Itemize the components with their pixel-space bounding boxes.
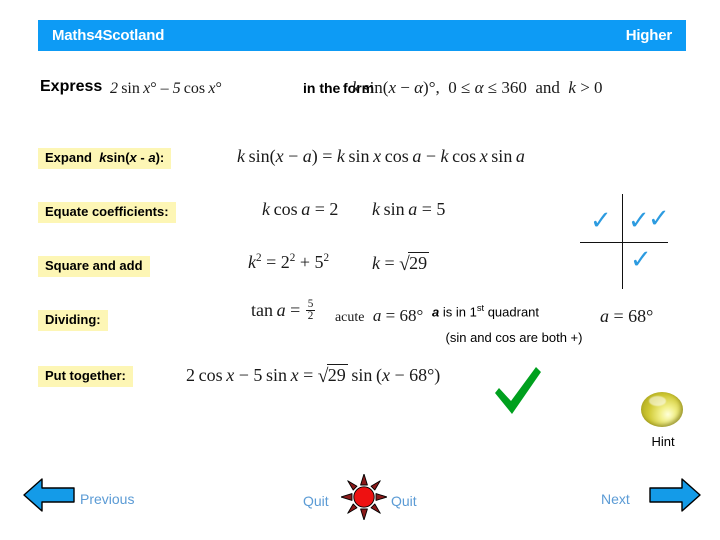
annotation-line1-tail: quadrant [484,304,540,320]
blue-check-icon-q1-a: ✓ [628,206,650,236]
title-banner: Maths4Scotland Higher [38,20,686,51]
question-expression: 2 sin x° – 5 cos x° [110,80,222,97]
step-label-expand: Expand ksin(x - a): [38,148,172,170]
quadrant-horizontal-axis [580,242,668,243]
level-title: Higher [625,27,673,44]
math-k-value: k = √ 29 [372,252,430,276]
quit-starburst-icon[interactable] [341,474,387,520]
step-label-put-together: Put together: [38,366,133,388]
next-arrow-icon[interactable] [648,477,702,513]
step-label-square: Square and add [38,256,150,278]
math-alpha-result: a = 68° [600,306,654,326]
blue-check-icon-q4: ✓ [630,245,652,275]
next-button[interactable]: Next [601,491,630,507]
in-the-label: in the [303,80,341,96]
previous-button[interactable]: Previous [80,491,134,507]
math-equate-cos: k cos a = 2 [262,199,339,219]
annotation-quadrant-line2: (sin and cos are both +) [445,330,583,345]
math-square-add: k2 = 22 + 52 [248,252,330,272]
blue-check-icon-q2: ✓ [590,206,612,236]
quadrant-diagram: ✓ ✓ ✓ ✓ [573,194,673,289]
green-check-icon [495,367,541,414]
annotation-line1-sup: st [476,303,485,313]
math-acute-a: acute a = 68° [335,306,424,325]
hint-orb-icon[interactable] [641,392,683,427]
quit-button-right[interactable]: Quit [391,493,417,509]
hint-label[interactable]: Hint [639,434,687,449]
express-label: Express [40,78,103,95]
question-form-expression: k sin(x − α)°, 0 ≤ α ≤ 360 and k > 0 [352,78,603,97]
previous-arrow-icon[interactable] [22,477,76,513]
brand-title: Maths4Scotland [52,27,165,44]
math-expand: k sin(x − a) = k sin x cos a − k cos x s… [237,146,525,166]
blue-check-icon-q1-b: ✓ [648,204,670,234]
annotation-quadrant-line1: a is in 1st quadrant [432,303,539,319]
annotation-line1-rest: is in 1 [439,304,477,320]
quit-button-left[interactable]: Quit [303,493,329,509]
math-equate-sin: k sin a = 5 [372,199,446,219]
step-label-dividing: Dividing: [38,310,108,332]
math-tan: tan a = 52 [251,298,316,323]
math-put-together: 2 cos x − 5 sin x = √ 29 sin (x − 68°) [186,364,441,388]
step-label-equate: Equate coefficients: [38,202,176,224]
slide-canvas: Maths4Scotland Higher Express 2 sin x° –… [0,0,720,540]
